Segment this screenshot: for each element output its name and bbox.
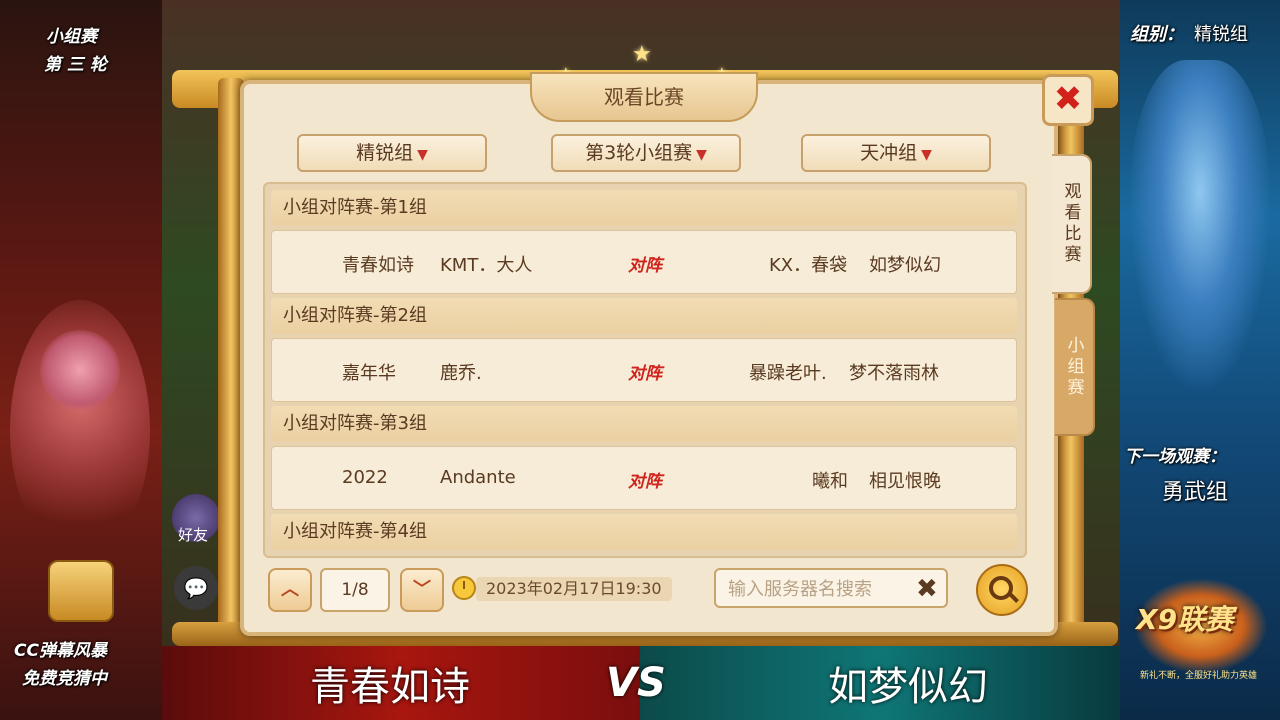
window-title: 观看比赛 — [530, 72, 758, 122]
group-value: 精锐组 — [1194, 24, 1248, 45]
team-b-player: 曦和 — [812, 471, 848, 492]
team-a-player: KMT．大人 — [440, 255, 533, 276]
round-dropdown[interactable]: 第3轮小组赛 ▼ — [551, 134, 741, 172]
team-right-name: 如梦似幻 — [828, 664, 988, 710]
scroll-icon — [48, 560, 114, 622]
team-a-player: Andante — [440, 467, 516, 488]
cc-promo-line2: 免费竞猜中 — [22, 669, 107, 689]
division-dropdown[interactable]: 精锐组 ▼ — [297, 134, 487, 172]
group-header: 小组对阵赛-第1组 — [271, 190, 1017, 226]
next-match-label: 下一场观赛： — [1124, 447, 1226, 467]
league-logo-slogan: 新礼不断，全服好礼助力英雄 — [1140, 671, 1258, 681]
chevron-down-icon: ▼ — [696, 147, 707, 163]
round-dropdown-label: 第3轮小组赛 — [585, 142, 693, 164]
server-search-input[interactable]: 输入服务器名搜索 — [714, 568, 948, 608]
group-label: 组别： — [1130, 24, 1184, 45]
match-list[interactable]: 小组对阵赛-第1组 青春如诗 KMT．大人 对阵 KX．春袋 如梦似幻 小组对阵… — [263, 182, 1027, 558]
close-x-icon: ✖ — [1053, 79, 1083, 119]
vs-label: 对阵 — [628, 364, 662, 384]
friend-label: 好友 — [178, 526, 209, 544]
vs-label: 对阵 — [628, 256, 662, 276]
team-left-name: 青春如诗 — [310, 664, 470, 710]
group-header: 小组对阵赛-第3组 — [271, 406, 1017, 442]
character-face-left — [40, 330, 120, 410]
stage-label: 小组赛 — [46, 27, 97, 47]
match-datetime: 2023年02月17日19:30 — [476, 577, 672, 601]
group-header: 小组对阵赛-第2组 — [271, 298, 1017, 334]
team-b-player: 暴躁老叶. — [749, 363, 827, 384]
team-a-player: 鹿乔. — [440, 363, 482, 384]
next-match-value: 勇武组 — [1162, 480, 1229, 505]
speech-bubble-icon: 💬 — [183, 576, 209, 600]
close-button[interactable]: ✖ — [1042, 74, 1094, 126]
group-header: 小组对阵赛-第4组 — [271, 514, 1017, 550]
group-dropdown-label: 天冲组 — [860, 142, 918, 164]
round-label: 第 三 轮 — [44, 55, 107, 75]
team-a-server: 2022 — [342, 467, 388, 488]
team-b-server: 梦不落雨林 — [849, 363, 939, 384]
team-b-server: 如梦似幻 — [869, 255, 941, 276]
page-up-button[interactable]: ︿ — [268, 568, 312, 612]
tab-group-stage[interactable]: 小组赛 — [1055, 298, 1095, 436]
vs-label: 对阵 — [628, 472, 662, 492]
page-indicator: 1/8 — [320, 568, 390, 612]
chat-button[interactable]: 💬 — [174, 566, 218, 610]
team-b-player: KX．春袋 — [769, 255, 848, 276]
chevron-down-icon: ▼ — [921, 147, 932, 163]
match-row[interactable]: 青春如诗 KMT．大人 对阵 KX．春袋 如梦似幻 — [271, 230, 1017, 294]
tab-watch-match[interactable]: 观看比赛 — [1052, 154, 1092, 294]
chevron-down-icon: ▼ — [417, 147, 428, 163]
team-a-server: 青春如诗 — [342, 255, 414, 276]
clock-icon — [452, 576, 476, 600]
chevron-up-icon: ︿ — [281, 579, 299, 600]
friend-button[interactable]: 好友 — [172, 494, 220, 544]
search-button[interactable] — [976, 564, 1028, 616]
chevron-down-icon: ﹀ — [413, 579, 431, 600]
page-down-button[interactable]: ﹀ — [400, 568, 444, 612]
star-icon: ★ — [632, 42, 652, 67]
clear-search-icon[interactable]: ✖ — [916, 574, 938, 604]
cc-promo-line1: CC弹幕风暴 — [14, 641, 107, 661]
match-row[interactable]: 2022 Andante 对阵 曦和 相见恨晚 — [271, 446, 1017, 510]
vs-mark: VS — [606, 660, 666, 706]
group-dropdown[interactable]: 天冲组 ▼ — [801, 134, 991, 172]
team-a-server: 嘉年华 — [342, 363, 396, 384]
team-b-server: 相见恨晚 — [869, 471, 941, 492]
league-logo-text: X9联赛 — [1136, 603, 1234, 636]
match-row[interactable]: 嘉年华 鹿乔. 对阵 暴躁老叶. 梦不落雨林 — [271, 338, 1017, 402]
character-artwork-right — [1130, 60, 1270, 390]
division-dropdown-label: 精锐组 — [356, 142, 414, 164]
